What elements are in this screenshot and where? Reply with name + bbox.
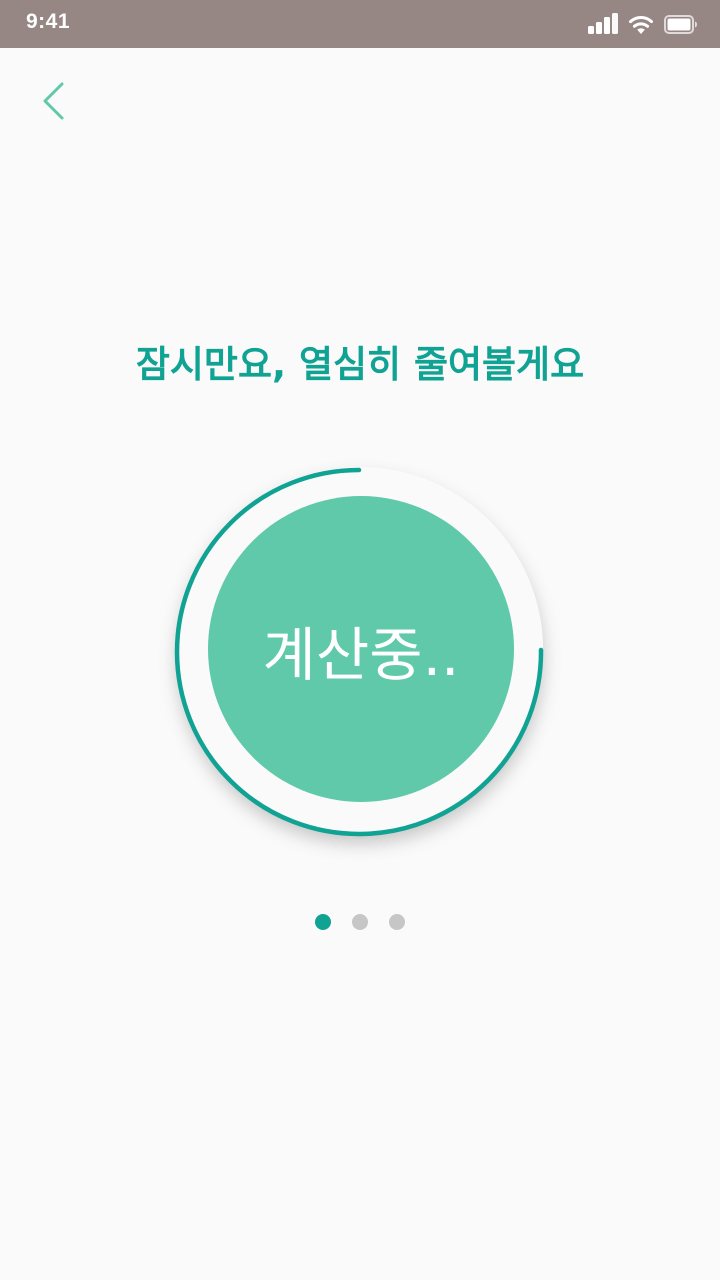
progress-indicator: 계산중.. <box>150 440 570 860</box>
status-icons <box>588 13 698 38</box>
calculating-label: 계산중.. <box>262 621 460 689</box>
loading-headline: 잠시만요, 열심히 줄여볼게요 <box>135 343 585 386</box>
wifi-icon <box>628 13 654 38</box>
battery-icon <box>664 15 698 38</box>
back-button[interactable] <box>30 80 76 126</box>
page-indicator <box>0 914 720 930</box>
chevron-left-icon <box>40 81 66 125</box>
calculating-circle: 계산중.. <box>208 496 514 802</box>
page-dot-2 <box>352 914 368 930</box>
status-time: 9:41 <box>26 10 71 33</box>
cellular-signal-icon <box>588 13 618 38</box>
page-dot-1-active <box>315 914 331 930</box>
page-dot-3 <box>389 914 405 930</box>
status-bar: 9:41 <box>0 0 720 48</box>
